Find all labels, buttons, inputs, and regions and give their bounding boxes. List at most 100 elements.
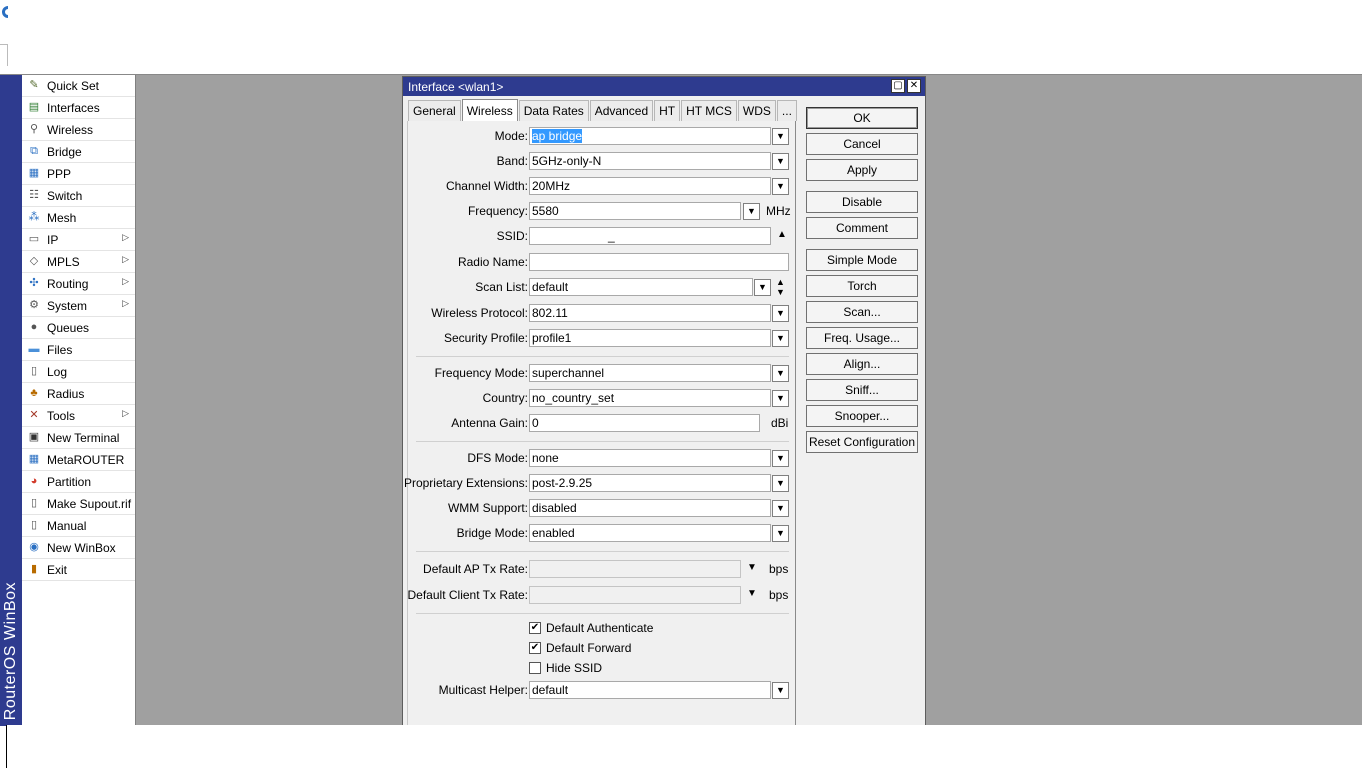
- bridge-mode-dropdown-icon[interactable]: ▼: [772, 525, 789, 542]
- tab-advanced[interactable]: Advanced: [589, 100, 654, 121]
- hide-ssid-checkbox[interactable]: Hide SSID: [529, 659, 602, 677]
- routing-icon: ✣: [29, 277, 39, 289]
- default-forward-check-icon[interactable]: ✔: [529, 642, 541, 654]
- default-client-tx-rate-select[interactable]: [529, 586, 741, 604]
- default-forward-checkbox[interactable]: ✔ Default Forward: [529, 639, 631, 657]
- scan-list-select[interactable]: default: [529, 278, 753, 296]
- sidebar-item-exit[interactable]: ▮ Exit: [22, 559, 135, 581]
- sidebar-item-files[interactable]: ▬ Files: [22, 339, 135, 361]
- tab-ht-mcs[interactable]: HT MCS: [681, 100, 737, 121]
- sidebar-item-interfaces[interactable]: ▤ Interfaces: [22, 97, 135, 119]
- sidebar-item-mesh[interactable]: ⁂ Mesh: [22, 207, 135, 229]
- channel-width-dropdown-icon[interactable]: ▼: [772, 178, 789, 195]
- wmm-support-select[interactable]: disabled: [529, 499, 771, 517]
- sidebar-item-mpls[interactable]: ◇ MPLS ▷: [22, 251, 135, 273]
- torch-button[interactable]: Torch: [806, 275, 918, 297]
- quick-set-icon: ✎: [29, 79, 39, 91]
- sidebar-item-metarouter[interactable]: ▦ MetaROUTER: [22, 449, 135, 471]
- tab-data-rates[interactable]: Data Rates: [518, 100, 589, 121]
- sidebar-item-new-terminal[interactable]: ▣ New Terminal: [22, 427, 135, 449]
- tab-wds[interactable]: WDS: [737, 100, 776, 121]
- ssid-input[interactable]: _: [529, 227, 771, 245]
- scan-list-dropdown-icon[interactable]: ▼: [754, 279, 771, 296]
- mode-dropdown-icon[interactable]: ▼: [772, 128, 789, 145]
- radius-icon: ♣: [30, 387, 38, 399]
- apply-button[interactable]: Apply: [806, 159, 918, 181]
- frequency-dropdown-icon[interactable]: ▼: [743, 203, 760, 220]
- default-client-tx-rate-label: Default Client Tx Rate:: [407, 588, 529, 602]
- default-authenticate-checkbox[interactable]: ✔ Default Authenticate: [529, 619, 653, 637]
- bridge-mode-select[interactable]: enabled: [529, 524, 771, 542]
- security-profile-select[interactable]: profile1: [529, 329, 771, 347]
- window-title-bar[interactable]: Interface <wlan1> ▢ ✕: [403, 77, 925, 96]
- sidebar-item-radius[interactable]: ♣ Radius: [22, 383, 135, 405]
- sidebar-item-label: System: [47, 298, 88, 313]
- ok-button[interactable]: OK: [806, 107, 918, 129]
- frequency-mode-select[interactable]: superchannel: [529, 364, 771, 382]
- frequency-mode-dropdown-icon[interactable]: ▼: [772, 365, 789, 382]
- sidebar-item-ip[interactable]: ▭ IP ▷: [22, 229, 135, 251]
- sidebar-item-tools[interactable]: ✕ Tools ▷: [22, 405, 135, 427]
- scan-button[interactable]: Scan...: [806, 301, 918, 323]
- ppp-icon: ▦: [28, 167, 40, 179]
- multicast-helper-select[interactable]: default: [529, 681, 771, 699]
- close-icon[interactable]: ✕: [907, 79, 921, 93]
- security-profile-dropdown-icon[interactable]: ▼: [772, 330, 789, 347]
- sidebar-item-queues[interactable]: ● Queues: [22, 317, 135, 339]
- antenna-gain-input[interactable]: 0: [529, 414, 760, 432]
- disable-button[interactable]: Disable: [806, 191, 918, 213]
- sidebar-item-ppp[interactable]: ▦ PPP: [22, 163, 135, 185]
- wireless-protocol-select[interactable]: 802.11: [529, 304, 771, 322]
- default-authenticate-check-icon[interactable]: ✔: [529, 622, 541, 634]
- multicast-helper-dropdown-icon[interactable]: ▼: [772, 682, 789, 699]
- cancel-button[interactable]: Cancel: [806, 133, 918, 155]
- default-ap-tx-rate-dropdown-icon[interactable]: ▼: [747, 562, 757, 573]
- snooper-button[interactable]: Snooper...: [806, 405, 918, 427]
- mode-select[interactable]: ap bridge: [529, 127, 771, 145]
- sidebar-item-bridge[interactable]: ⧉ Bridge: [22, 141, 135, 163]
- sidebar-item-routing[interactable]: ✣ Routing ▷: [22, 273, 135, 295]
- bottom-frame: [6, 725, 1362, 768]
- dfs-mode-select[interactable]: none: [529, 449, 771, 467]
- wmm-support-dropdown-icon[interactable]: ▼: [772, 500, 789, 517]
- row-country: Country: no_country_set ▼: [408, 388, 793, 408]
- tab-more[interactable]: ...: [776, 100, 797, 121]
- sidebar-item-wireless[interactable]: ⚲ Wireless: [22, 119, 135, 141]
- hide-ssid-check-icon[interactable]: [529, 662, 541, 674]
- proprietary-extensions-dropdown-icon[interactable]: ▼: [772, 475, 789, 492]
- radio-name-input[interactable]: [529, 253, 789, 271]
- maximize-icon[interactable]: ▢: [891, 79, 905, 93]
- tab-ht[interactable]: HT: [654, 100, 681, 121]
- channel-width-select[interactable]: 20MHz: [529, 177, 771, 195]
- sidebar-item-new-winbox[interactable]: ◉ New WinBox: [22, 537, 135, 559]
- sidebar-item-system[interactable]: ⚙ System ▷: [22, 295, 135, 317]
- freq-usage-button[interactable]: Freq. Usage...: [806, 327, 918, 349]
- default-ap-tx-rate-select[interactable]: [529, 560, 741, 578]
- wireless-protocol-dropdown-icon[interactable]: ▼: [772, 305, 789, 322]
- sidebar-item-manual[interactable]: ▯ Manual: [22, 515, 135, 537]
- sidebar-item-partition[interactable]: ◕ Partition: [22, 471, 135, 493]
- ssid-collapse-icon[interactable]: ▲: [777, 229, 787, 240]
- simple-mode-button[interactable]: Simple Mode: [806, 249, 918, 271]
- sidebar-item-log[interactable]: ▯ Log: [22, 361, 135, 383]
- default-client-tx-rate-dropdown-icon[interactable]: ▼: [747, 588, 757, 599]
- dfs-mode-dropdown-icon[interactable]: ▼: [772, 450, 789, 467]
- comment-button[interactable]: Comment: [806, 217, 918, 239]
- sniff-button[interactable]: Sniff...: [806, 379, 918, 401]
- scan-list-updown-icon[interactable]: ▲ ▼: [776, 277, 785, 297]
- default-forward-label: Default Forward: [546, 641, 632, 655]
- tab-wireless[interactable]: Wireless: [461, 99, 518, 121]
- band-dropdown-icon[interactable]: ▼: [772, 153, 789, 170]
- band-select[interactable]: 5GHz-only-N: [529, 152, 771, 170]
- sidebar-item-label: Tools: [47, 408, 76, 423]
- frequency-select[interactable]: 5580: [529, 202, 741, 220]
- align-button[interactable]: Align...: [806, 353, 918, 375]
- sidebar-item-quick-set[interactable]: ✎ Quick Set: [22, 75, 135, 97]
- sidebar-item-make-supout-rif[interactable]: ▯ Make Supout.rif: [22, 493, 135, 515]
- country-select[interactable]: no_country_set: [529, 389, 771, 407]
- tab-general[interactable]: General: [408, 100, 461, 121]
- country-dropdown-icon[interactable]: ▼: [772, 390, 789, 407]
- reset-configuration-button[interactable]: Reset Configuration: [806, 431, 918, 453]
- sidebar-item-switch[interactable]: ☷ Switch: [22, 185, 135, 207]
- proprietary-extensions-select[interactable]: post-2.9.25: [529, 474, 771, 492]
